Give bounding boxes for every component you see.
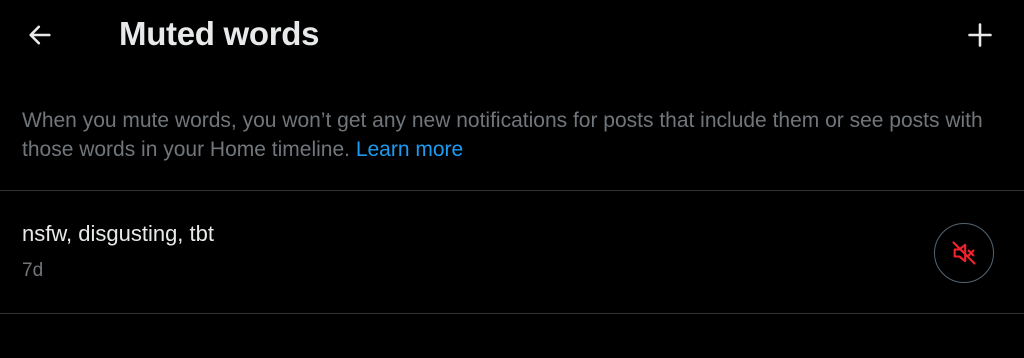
learn-more-link[interactable]: Learn more — [356, 138, 463, 161]
arrow-left-icon — [29, 25, 51, 45]
add-muted-word-button[interactable] — [958, 13, 1002, 57]
back-button[interactable] — [18, 13, 62, 57]
page-title: Muted words — [119, 15, 320, 52]
muted-age: 7d — [22, 260, 44, 281]
plus-icon — [968, 23, 992, 47]
page-header: Muted words — [0, 0, 1024, 70]
speaker-muted-icon — [952, 241, 976, 265]
divider — [0, 313, 1024, 314]
description-text: When you mute words, you won’t get any n… — [22, 109, 983, 161]
muted-words-text: nsfw, disgusting, tbt — [22, 221, 214, 246]
unmute-button[interactable] — [934, 223, 994, 283]
mute-description: When you mute words, you won’t get any n… — [22, 106, 1002, 164]
muted-word-row[interactable]: nsfw, disgusting, tbt 7d — [0, 191, 1024, 313]
